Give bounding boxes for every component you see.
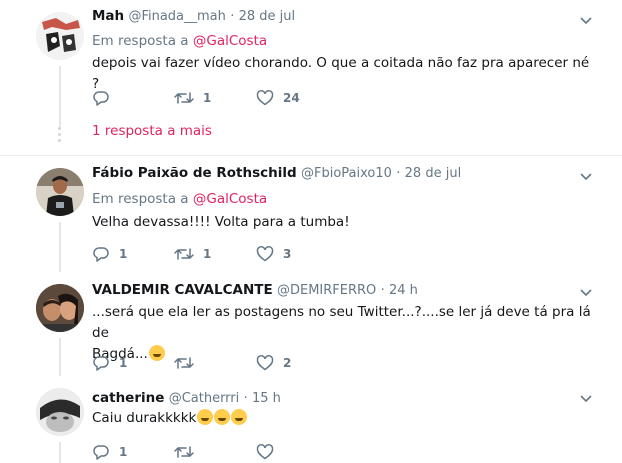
avatar[interactable] xyxy=(36,284,84,332)
retweet-button[interactable] xyxy=(174,353,203,373)
tweet-time[interactable]: 15 h xyxy=(252,391,281,406)
joy-emoji xyxy=(214,409,231,425)
heart-icon xyxy=(256,355,274,371)
tweet-actions: 1 1 3 xyxy=(92,244,542,264)
reply-button[interactable] xyxy=(92,88,119,108)
retweet-icon xyxy=(174,446,194,458)
like-count: 24 xyxy=(283,91,300,105)
retweet-icon xyxy=(174,357,194,369)
tweet-header: VALDEMIR CAVALCANTE @DEMIRFERRO · 24 h xyxy=(92,282,418,298)
user-handle[interactable]: @Catherrri xyxy=(169,391,240,406)
tweet-text-line: ...será que ela ler as postagens no seu … xyxy=(92,304,591,341)
heart-icon xyxy=(256,90,274,106)
tweet-mah[interactable]: Mah @Finada__mah · 28 de jul Em resposta… xyxy=(0,0,622,155)
heart-icon xyxy=(256,444,274,460)
separator-dot: · xyxy=(243,391,248,406)
retweet-count: 1 xyxy=(203,247,212,261)
thread-dots xyxy=(58,127,61,145)
retweet-button[interactable] xyxy=(174,442,203,462)
user-name[interactable]: VALDEMIR CAVALCANTE xyxy=(92,282,273,298)
tweet-text-segment: Caiu durakkkkk xyxy=(92,410,197,426)
thread-line xyxy=(59,66,61,128)
tweet-text: Velha devassa!!!! Volta para a tumba! xyxy=(92,214,350,230)
reply-context: Em resposta a @GalCosta xyxy=(92,191,267,207)
chevron-down-icon[interactable] xyxy=(578,284,594,300)
reply-icon xyxy=(93,356,109,371)
retweet-button[interactable]: 1 xyxy=(174,244,211,264)
separator-dot: · xyxy=(380,283,385,298)
thread-line xyxy=(59,442,61,463)
reply-context: Em resposta a @GalCosta xyxy=(92,33,267,49)
tweet-header: Mah @Finada__mah · 28 de jul xyxy=(92,8,295,24)
reply-button[interactable]: 1 xyxy=(92,244,127,264)
heart-icon xyxy=(256,246,274,262)
tweet-time[interactable]: 24 h xyxy=(389,283,418,298)
reply-count: 1 xyxy=(119,356,128,370)
like-button[interactable]: 24 xyxy=(256,88,300,108)
chevron-down-icon[interactable] xyxy=(578,12,594,28)
reply-icon xyxy=(93,247,109,262)
retweet-button[interactable]: 1 xyxy=(174,88,211,108)
grinning-sweat-emoji xyxy=(197,409,214,425)
avatar[interactable] xyxy=(36,168,84,216)
reply-prefix: Em resposta a xyxy=(92,33,189,49)
tweet-actions: 1 2 xyxy=(92,353,542,373)
rofl-emoji xyxy=(231,409,248,425)
like-button[interactable] xyxy=(256,442,283,462)
user-handle[interactable]: @Finada__mah xyxy=(128,9,225,24)
retweet-count: 1 xyxy=(203,91,212,105)
separator-dot: · xyxy=(396,166,401,181)
like-count: 3 xyxy=(283,247,292,261)
thread-line xyxy=(59,222,61,272)
retweet-icon xyxy=(174,92,194,104)
reply-button[interactable]: 1 xyxy=(92,442,127,462)
like-button[interactable]: 2 xyxy=(256,353,291,373)
thread-line xyxy=(59,338,61,376)
separator-dot: · xyxy=(230,9,235,24)
like-count: 2 xyxy=(283,356,292,370)
reply-icon xyxy=(93,445,109,460)
tweet-catherine[interactable]: catherine @Catherrri · 15 h Caiu durakkk… xyxy=(0,376,622,463)
reply-count: 1 xyxy=(119,247,128,261)
chevron-down-icon[interactable] xyxy=(578,390,594,406)
tweet-header: catherine @Catherrri · 15 h xyxy=(92,390,281,406)
reply-button[interactable]: 1 xyxy=(92,353,127,373)
user-name[interactable]: Mah xyxy=(92,8,124,24)
avatar[interactable] xyxy=(36,388,84,436)
reply-prefix: Em resposta a xyxy=(92,191,189,207)
tweet-valdemir[interactable]: VALDEMIR CAVALCANTE @DEMIRFERRO · 24 h .… xyxy=(0,272,622,376)
tweet-text: Caiu durakkkkk xyxy=(92,408,592,429)
tweet-actions: 1 24 xyxy=(92,88,542,108)
tweet-time[interactable]: 28 de jul xyxy=(405,166,462,181)
retweet-icon xyxy=(174,248,194,260)
avatar[interactable] xyxy=(36,12,84,60)
user-handle[interactable]: @FbioPaixo10 xyxy=(301,166,392,181)
show-more-replies-link[interactable]: 1 resposta a mais xyxy=(92,123,212,139)
mention-link[interactable]: @GalCosta xyxy=(193,191,267,207)
tweet-actions: 1 xyxy=(92,442,542,462)
tweet-fabio[interactable]: Fábio Paixão de Rothschild @FbioPaixo10 … xyxy=(0,156,622,272)
user-handle[interactable]: @DEMIRFERRO xyxy=(277,283,376,298)
mention-link[interactable]: @GalCosta xyxy=(193,33,267,49)
chevron-down-icon[interactable] xyxy=(578,168,594,184)
tweet-header: Fábio Paixão de Rothschild @FbioPaixo10 … xyxy=(92,165,461,181)
tweet-time[interactable]: 28 de jul xyxy=(239,9,296,24)
user-name[interactable]: Fábio Paixão de Rothschild xyxy=(92,165,297,181)
reply-icon xyxy=(93,91,109,106)
like-button[interactable]: 3 xyxy=(256,244,291,264)
reply-count: 1 xyxy=(119,445,128,459)
user-name[interactable]: catherine xyxy=(92,390,164,406)
